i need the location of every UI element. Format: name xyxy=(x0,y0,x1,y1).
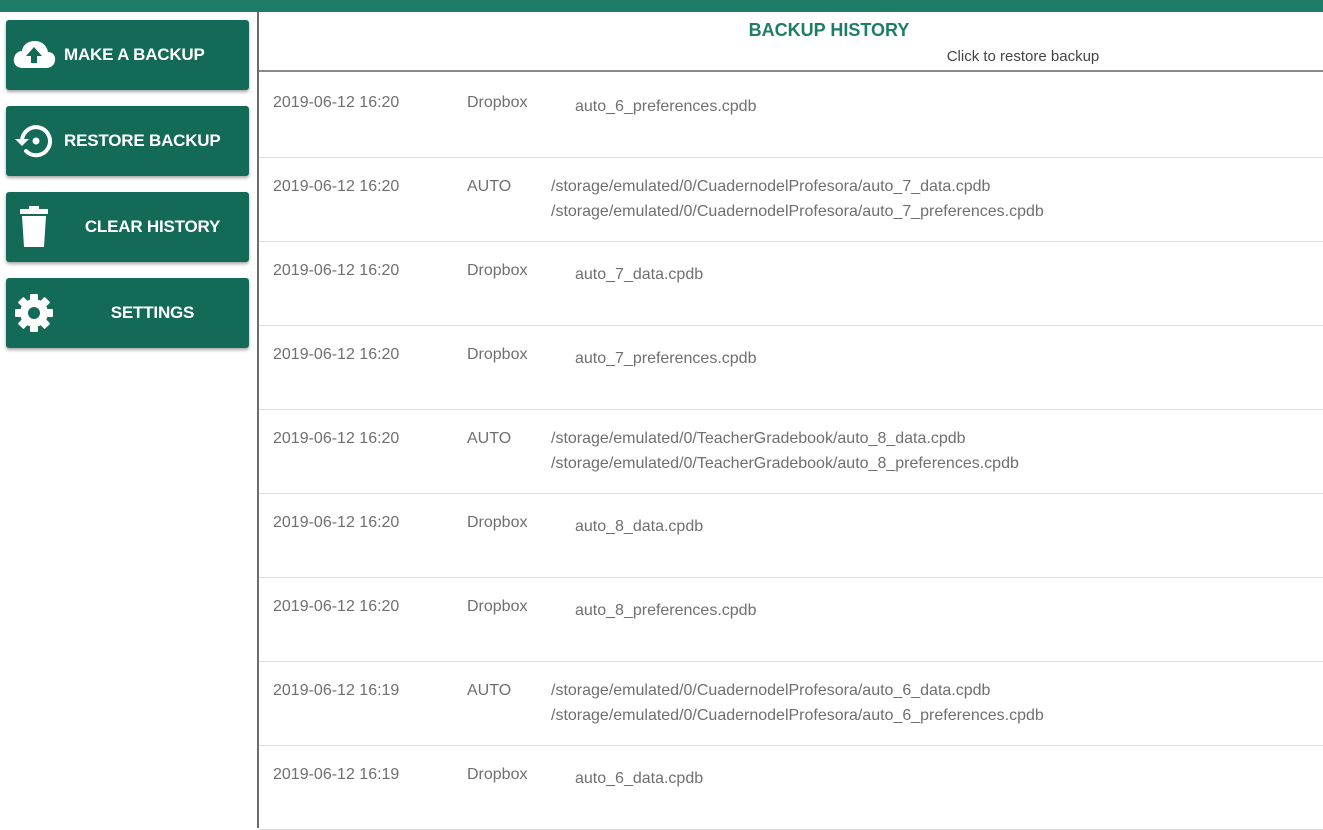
make-backup-label: MAKE A BACKUP xyxy=(64,45,205,64)
backup-date: 2019-06-12 16:20 xyxy=(273,598,400,615)
backup-file: /storage/emulated/0/CuadernodelProfesora… xyxy=(551,707,1044,724)
backup-file: auto_8_preferences.cpdb xyxy=(575,602,757,619)
list-item[interactable]: 2019-06-12 16:20 AUTO /storage/emulated/… xyxy=(259,410,1323,494)
backup-file: auto_6_preferences.cpdb xyxy=(575,98,757,115)
backup-date: 2019-06-12 16:20 xyxy=(273,430,400,447)
backup-file: /storage/emulated/0/CuadernodelProfesora… xyxy=(551,178,991,195)
backup-date: 2019-06-12 16:20 xyxy=(273,94,400,111)
backup-source: Dropbox xyxy=(467,262,528,279)
settings-button[interactable]: SETTINGS xyxy=(6,278,249,348)
list-item[interactable]: 2019-06-12 16:20 Dropbox auto_8_preferen… xyxy=(259,578,1323,662)
backup-date: 2019-06-12 16:20 xyxy=(273,262,400,279)
backup-date: 2019-06-12 16:20 xyxy=(273,346,400,363)
list-item[interactable]: 2019-06-12 16:20 Dropbox auto_7_data.cpd… xyxy=(259,242,1323,326)
backup-files: auto_6_data.cpdb xyxy=(575,766,703,791)
backup-file: /storage/emulated/0/CuadernodelProfesora… xyxy=(551,682,991,699)
backup-files: auto_8_preferences.cpdb xyxy=(575,598,756,623)
backup-file: /storage/emulated/0/TeacherGradebook/aut… xyxy=(551,430,966,447)
backup-source: AUTO xyxy=(467,178,512,195)
backup-file: auto_8_data.cpdb xyxy=(575,518,704,535)
make-backup-button[interactable]: MAKE A BACKUP xyxy=(6,20,249,90)
clear-history-button[interactable]: CLEAR HISTORY xyxy=(6,192,249,262)
backup-file: /storage/emulated/0/CuadernodelProfesora… xyxy=(551,203,1044,220)
backup-list: 2019-06-12 16:20 Dropbox auto_6_preferen… xyxy=(259,74,1323,830)
settings-label: SETTINGS xyxy=(110,303,195,322)
page-title: BACKUP HISTORY xyxy=(748,20,910,40)
backup-date: 2019-06-12 16:19 xyxy=(273,766,400,783)
backup-history-panel: BACKUP HISTORY Click to restore backup 2… xyxy=(259,12,1323,830)
backup-file: /storage/emulated/0/TeacherGradebook/aut… xyxy=(551,455,1019,472)
backup-files: /storage/emulated/0/TeacherGradebook/aut… xyxy=(551,426,1019,476)
backup-source: Dropbox xyxy=(467,514,528,531)
backup-source: Dropbox xyxy=(467,94,528,111)
restore-backup-button[interactable]: RESTORE BACKUP xyxy=(6,106,249,176)
restore-backup-label: RESTORE BACKUP xyxy=(64,131,221,150)
backup-source: AUTO xyxy=(467,430,512,447)
cloud-upload-icon xyxy=(6,20,62,90)
backup-source: Dropbox xyxy=(467,598,528,615)
backup-files: /storage/emulated/0/CuadernodelProfesora… xyxy=(551,174,1044,224)
backup-files: /storage/emulated/0/CuadernodelProfesora… xyxy=(551,678,1044,728)
backup-files: auto_7_data.cpdb xyxy=(575,262,703,287)
list-item[interactable]: 2019-06-12 16:20 Dropbox auto_7_preferen… xyxy=(259,326,1323,410)
list-item[interactable]: 2019-06-12 16:20 Dropbox auto_6_preferen… xyxy=(259,74,1323,158)
backup-files: auto_7_preferences.cpdb xyxy=(575,346,756,371)
list-item[interactable]: 2019-06-12 16:20 Dropbox auto_8_data.cpd… xyxy=(259,494,1323,578)
backup-file: auto_6_data.cpdb xyxy=(575,770,704,787)
gear-icon xyxy=(6,278,62,348)
page-subtitle: Click to restore backup xyxy=(946,48,1100,65)
backup-date: 2019-06-12 16:19 xyxy=(273,682,400,699)
backup-source: Dropbox xyxy=(467,766,528,783)
backup-source: Dropbox xyxy=(467,346,528,363)
restore-icon xyxy=(6,106,62,176)
backup-date: 2019-06-12 16:20 xyxy=(273,514,400,531)
backup-date: 2019-06-12 16:20 xyxy=(273,178,400,195)
trash-icon xyxy=(6,192,62,262)
top-accent-bar xyxy=(0,0,1323,12)
list-item[interactable]: 2019-06-12 16:19 AUTO /storage/emulated/… xyxy=(259,662,1323,746)
backup-file: auto_7_data.cpdb xyxy=(575,266,704,283)
backup-file: auto_7_preferences.cpdb xyxy=(575,350,757,367)
list-item[interactable]: 2019-06-12 16:19 Dropbox auto_6_data.cpd… xyxy=(259,746,1323,830)
backup-files: auto_6_preferences.cpdb xyxy=(575,94,756,119)
backup-source: AUTO xyxy=(467,682,512,699)
panel-header: BACKUP HISTORY Click to restore backup xyxy=(259,12,1323,72)
list-item[interactable]: 2019-06-12 16:20 AUTO /storage/emulated/… xyxy=(259,158,1323,242)
clear-history-label: CLEAR HISTORY xyxy=(84,217,221,236)
backup-files: auto_8_data.cpdb xyxy=(575,514,703,539)
sidebar: MAKE A BACKUP RESTORE BACKUP CLEAR HISTO… xyxy=(0,12,257,828)
